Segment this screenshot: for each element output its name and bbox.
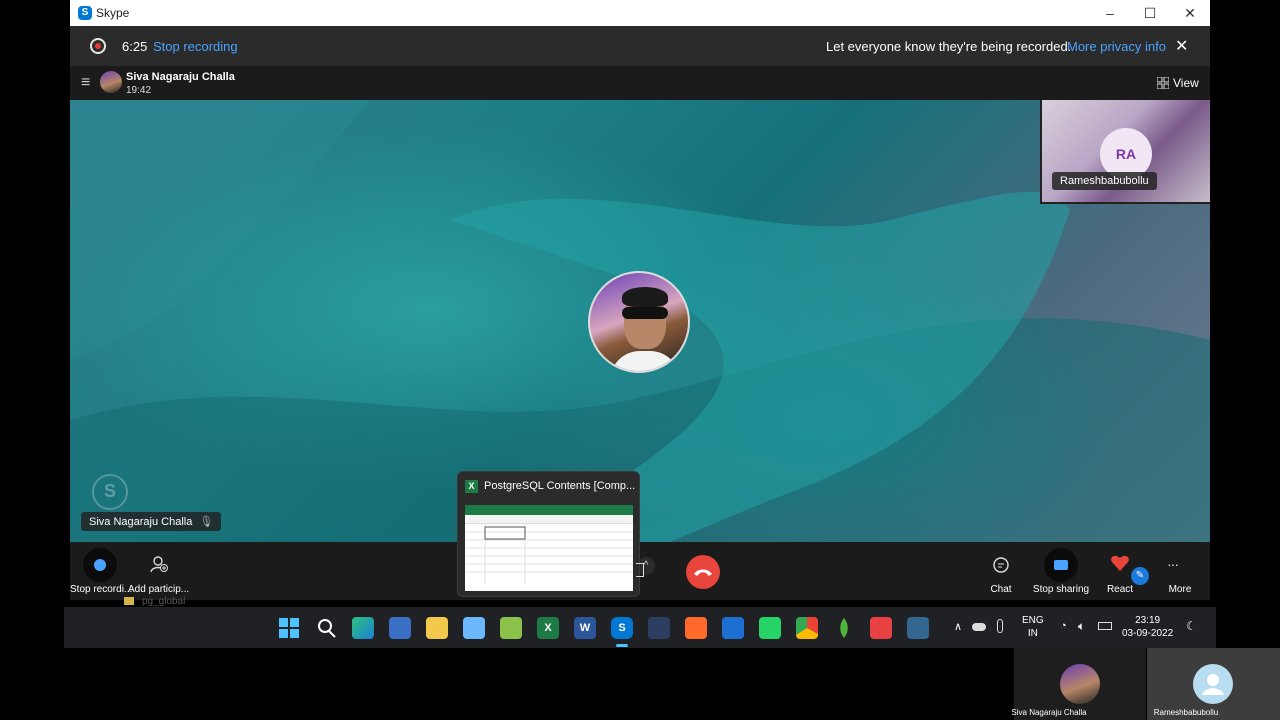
volume-icon[interactable]: 🔈︎ — [1078, 619, 1085, 634]
recording-banner: 6:25 Stop recording Let everyone know th… — [70, 26, 1210, 66]
recording-notice: Let everyone know they're being recorded… — [826, 39, 1072, 54]
add-participant-icon[interactable] — [150, 555, 168, 573]
spreadsheet-thumbnail — [465, 505, 633, 591]
stop-sharing-label: Stop sharing — [1032, 584, 1090, 595]
microphone-icon[interactable] — [997, 619, 1003, 633]
window-title: Skype — [96, 6, 130, 20]
self-thumb-name: Siva Nagaraju Challa — [1011, 708, 1087, 717]
default-avatar-icon — [1193, 664, 1233, 704]
search-icon[interactable] — [315, 617, 337, 639]
heart-react-icon[interactable] — [1110, 553, 1130, 573]
remote-thumb-name: Rameshbabubollu — [1153, 708, 1219, 717]
call-duration: 19:42 — [126, 85, 152, 96]
remote-thumbnail[interactable]: Rameshbabubollu — [1147, 648, 1280, 720]
skype-taskbar-icon[interactable]: S — [611, 617, 633, 639]
more-label: More — [1168, 584, 1192, 595]
windows-taskbar: X W S ∧ ENG IN ◔ 🔈︎ 23:19 03-09-2022 ☾ — [64, 607, 1216, 648]
show-hidden-icons[interactable]: ∧ — [954, 620, 962, 633]
folder-icon — [124, 597, 134, 605]
caller-name: Siva Nagaraju Challa — [126, 71, 235, 83]
add-participants-label: Add particip... — [128, 584, 190, 595]
more-icon[interactable]: ··· — [1167, 556, 1179, 572]
stop-recording-label: Stop recordi... — [70, 584, 133, 595]
anydesk-icon[interactable] — [870, 617, 892, 639]
stop-sharing-button[interactable] — [1044, 548, 1078, 582]
minimize-button[interactable]: – — [1090, 0, 1130, 26]
maximize-button[interactable]: ☐ — [1130, 0, 1170, 26]
wifi-icon[interactable]: ◔ — [1060, 620, 1067, 632]
call-header: ≡ Siva Nagaraju Challa 19:42 View — [70, 66, 1210, 100]
vscode-icon[interactable] — [648, 617, 670, 639]
behind-window-text: pg_global — [142, 596, 186, 607]
mongodb-compass-icon[interactable] — [833, 617, 855, 639]
video-toggle-icon[interactable] — [636, 563, 644, 577]
pen-badge-icon[interactable]: ✎ — [1131, 567, 1149, 585]
notepad-icon[interactable] — [463, 617, 485, 639]
word-taskbar-icon[interactable]: W — [574, 617, 596, 639]
remote-desktop-icon[interactable] — [389, 617, 411, 639]
preview-title: PostgreSQL Contents [Comp... — [484, 480, 636, 492]
chat-label: Chat — [990, 584, 1012, 595]
clock[interactable]: 23:19 03-09-2022 — [1122, 614, 1173, 640]
file-explorer-icon[interactable] — [426, 617, 448, 639]
notepad-plus-icon[interactable] — [500, 617, 522, 639]
excel-taskbar-icon[interactable]: X — [537, 617, 559, 639]
react-label: React — [1106, 584, 1134, 595]
onedrive-icon[interactable] — [972, 623, 986, 631]
active-app-indicator — [616, 644, 628, 647]
language-indicator[interactable]: ENG IN — [1022, 614, 1044, 640]
caller-avatar — [100, 71, 122, 93]
excel-icon: X — [465, 480, 478, 493]
chat-icon[interactable] — [992, 556, 1010, 574]
local-name-tag: Siva Nagaraju Challa 🎙 — [81, 512, 222, 531]
end-call-button[interactable] — [686, 555, 720, 589]
participant-name: Rameshbabubollu — [1052, 172, 1157, 190]
clock-date: 03-09-2022 — [1122, 628, 1174, 639]
muted-mic-icon: 🎙 — [199, 516, 214, 528]
view-button[interactable]: View — [1173, 76, 1199, 90]
language-code: ENG — [1022, 615, 1044, 626]
self-avatar — [1060, 664, 1100, 704]
recording-indicator-icon — [90, 38, 106, 54]
skype-logo-icon: S — [78, 6, 92, 20]
pgadmin-icon[interactable] — [907, 617, 929, 639]
media-player-icon[interactable] — [722, 617, 744, 639]
window-preview-popup[interactable]: X PostgreSQL Contents [Comp... — [457, 471, 640, 597]
local-name: Siva Nagaraju Challa — [89, 516, 193, 528]
video-stage: S Siva Nagaraju Challa 🎙 RA Rameshbabubo… — [70, 100, 1210, 542]
edge-browser-icon[interactable] — [352, 617, 374, 639]
stop-recording-button[interactable] — [83, 548, 117, 582]
privacy-info-link[interactable]: More privacy info — [1067, 39, 1166, 54]
close-window-button[interactable]: ✕ — [1170, 0, 1210, 26]
region-code: IN — [1027, 628, 1038, 639]
caller-video-avatar — [588, 271, 690, 373]
skype-watermark-icon: S — [92, 474, 128, 510]
focus-assist-icon[interactable]: ☾ — [1186, 619, 1197, 633]
clock-time: 23:19 — [1135, 615, 1161, 626]
windows-start-icon[interactable] — [278, 617, 300, 639]
chrome-icon[interactable] — [796, 617, 818, 639]
whatsapp-icon[interactable] — [759, 617, 781, 639]
self-thumbnail[interactable]: Siva Nagaraju Challa — [1011, 648, 1146, 720]
postman-icon[interactable] — [685, 617, 707, 639]
close-banner-icon[interactable]: ✕ — [1175, 36, 1188, 56]
menu-icon[interactable]: ≡ — [81, 74, 90, 92]
recording-time: 6:25 — [122, 39, 148, 54]
grid-view-icon[interactable] — [1157, 77, 1169, 89]
stop-recording-link[interactable]: Stop recording — [153, 39, 238, 54]
title-bar: S Skype – ☐ ✕ — [70, 0, 1210, 26]
skype-window: S Skype – ☐ ✕ 6:25 Stop recording Let ev… — [70, 0, 1210, 600]
battery-icon[interactable] — [1098, 622, 1112, 630]
participant-tile[interactable]: RA Rameshbabubollu — [1040, 100, 1210, 204]
